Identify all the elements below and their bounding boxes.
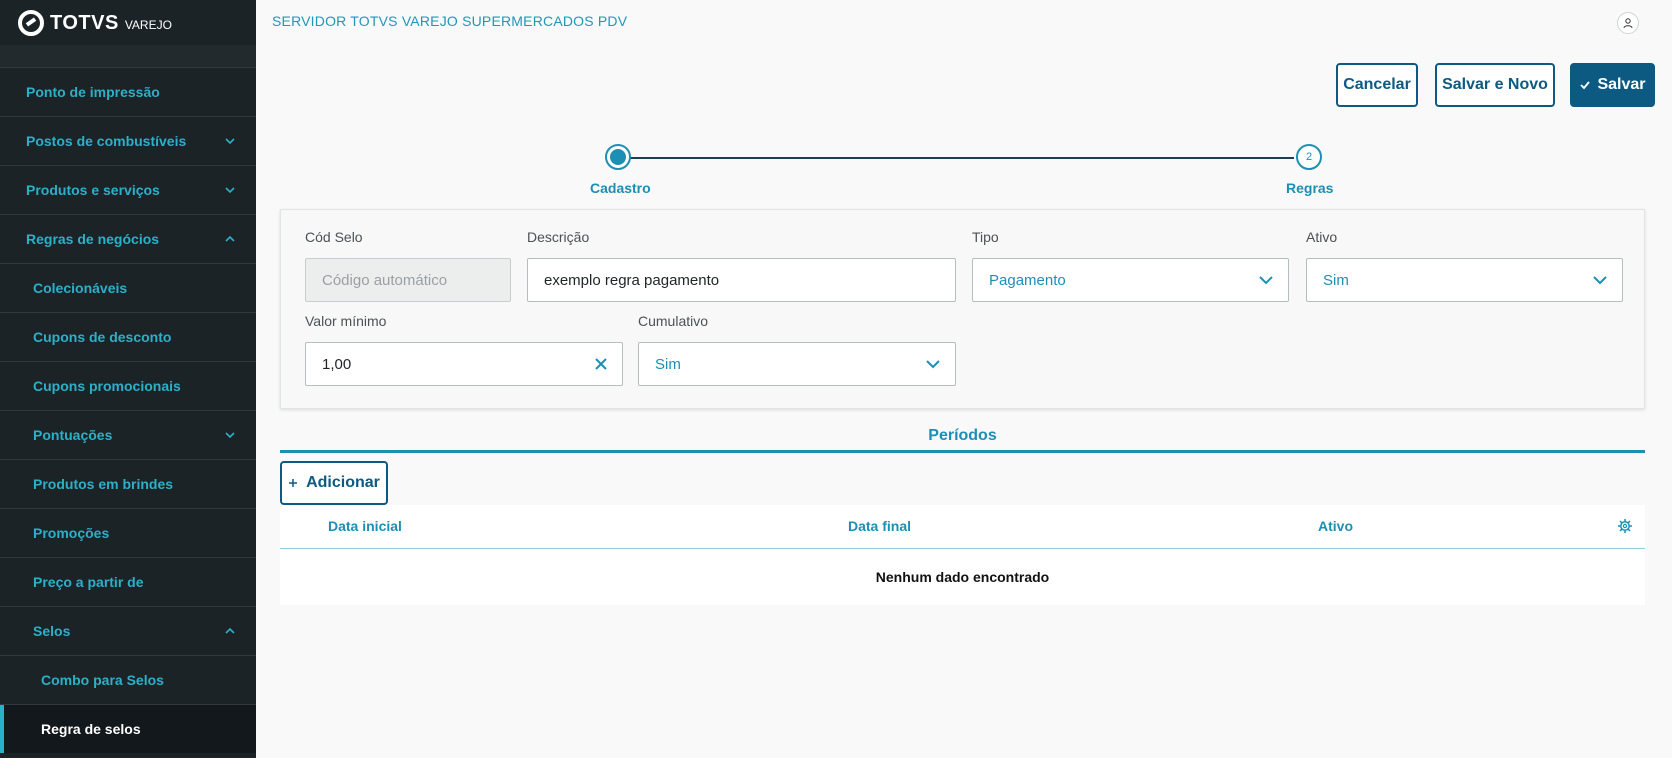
sidebar-separator — [0, 45, 256, 67]
sidebar-item-promocoes[interactable]: Promoções — [0, 508, 256, 557]
valor-minimo-field[interactable]: 1,00 — [305, 342, 623, 386]
sidebar-item-label: Postos de combustíveis — [26, 133, 187, 149]
sidebar-item-label: Pontuações — [33, 427, 113, 443]
sidebar-item-produtos-brindes[interactable]: Produtos em brindes — [0, 459, 256, 508]
save-button-label: Salvar — [1597, 76, 1646, 93]
column-data-inicial[interactable]: Data inicial — [328, 518, 402, 534]
table-header: Data inicial Data final Ativo — [280, 505, 1645, 549]
save-and-new-button[interactable]: Salvar e Novo — [1435, 63, 1555, 107]
step-regras-indicator[interactable]: 2 — [1296, 144, 1322, 170]
totvs-logo[interactable]: TOTVS VAREJO — [18, 9, 172, 37]
sidebar-item-pontuacoes[interactable]: Pontuações — [0, 410, 256, 459]
step-regras-label: Regras — [1286, 180, 1334, 196]
tab-periodos[interactable]: Períodos — [280, 418, 1645, 453]
tipo-label: Tipo — [972, 229, 999, 245]
sidebar: TOTVS VAREJO Ponto de impressão Postos d… — [0, 0, 256, 758]
sidebar-item-label: Produtos em brindes — [33, 476, 174, 492]
sidebar-item-label: Preço a partir de — [33, 574, 144, 590]
sidebar-item-selos[interactable]: Selos — [0, 606, 256, 655]
add-button-label: Adicionar — [306, 474, 380, 491]
sidebar-item-postos-combustiveis[interactable]: Postos de combustíveis — [0, 116, 256, 165]
form-card: Cód Selo Código automático Descrição exe… — [280, 209, 1645, 409]
chevron-down-icon — [225, 138, 235, 145]
chevron-down-icon — [1593, 276, 1607, 285]
sidebar-item-cupons-desconto[interactable]: Cupons de desconto — [0, 312, 256, 361]
step-active-dot — [610, 149, 626, 165]
chevron-up-icon — [225, 627, 235, 634]
clear-icon[interactable] — [592, 355, 610, 373]
check-icon — [1580, 81, 1591, 90]
tipo-select-value: Pagamento — [989, 271, 1066, 289]
sidebar-item-colecionaveis[interactable]: Colecionáveis — [0, 263, 256, 312]
sidebar-item-label: Colecionáveis — [33, 280, 128, 296]
cumulativo-label: Cumulativo — [638, 313, 709, 329]
empty-state-message: Nenhum dado encontrado — [875, 569, 1050, 585]
tipo-select[interactable]: Pagamento — [972, 258, 1289, 302]
sidebar-item-cupons-promocionais[interactable]: Cupons promocionais — [0, 361, 256, 410]
logo-subtext: VAREJO — [124, 18, 172, 32]
sidebar-item-label: Ponto de impressão — [26, 84, 160, 100]
cumulativo-select[interactable]: Sim — [638, 342, 956, 386]
sidebar-item-label: Regra de selos — [41, 721, 141, 737]
descricao-label: Descrição — [527, 229, 590, 245]
chevron-up-icon — [225, 235, 235, 242]
user-icon — [1623, 18, 1633, 29]
chevron-down-icon — [225, 187, 235, 194]
ativo-select[interactable]: Sim — [1306, 258, 1623, 302]
chevron-down-icon — [926, 360, 940, 369]
sidebar-item-ponto-impressao[interactable]: Ponto de impressão — [0, 67, 256, 116]
plus-icon — [289, 479, 298, 487]
chevron-down-icon — [225, 432, 235, 439]
column-ativo[interactable]: Ativo — [1318, 518, 1353, 534]
sidebar-item-regras-negocios[interactable]: Regras de negócios — [0, 214, 256, 263]
tab-underline — [280, 450, 1645, 453]
stepper-line — [627, 157, 1294, 159]
sidebar-item-produtos-servicos[interactable]: Produtos e serviços — [0, 165, 256, 214]
descricao-field[interactable]: exemplo regra pagamento — [527, 258, 956, 302]
valor-minimo-value: 1,00 — [322, 355, 352, 373]
page-title: SERVIDOR TOTVS VAREJO SUPERMERCADOS PDV — [272, 13, 628, 29]
ativo-select-value: Sim — [1323, 271, 1349, 289]
sidebar-item-label: Regras de negócios — [26, 231, 160, 247]
sidebar-item-preco-partir[interactable]: Preço a partir de — [0, 557, 256, 606]
cumulativo-select-value: Sim — [655, 355, 681, 373]
gear-icon[interactable] — [1617, 518, 1633, 534]
add-period-button[interactable]: Adicionar — [280, 461, 388, 505]
sidebar-item-combo-selos[interactable]: Combo para Selos — [0, 655, 256, 704]
cancel-button[interactable]: Cancelar — [1336, 63, 1418, 107]
logo-text: TOTVS — [50, 11, 119, 34]
step-cadastro-indicator[interactable] — [605, 144, 631, 170]
sidebar-item-regra-selos[interactable]: Regra de selos — [0, 704, 256, 753]
sidebar-item-label: Combo para Selos — [41, 672, 164, 688]
sidebar-item-label: Cupons promocionais — [33, 378, 181, 394]
periods-table: Data inicial Data final Ativo Nenhum dad… — [280, 505, 1645, 605]
totvs-logo-icon — [18, 10, 44, 36]
ativo-label: Ativo — [1306, 229, 1338, 245]
valor-minimo-label: Valor mínimo — [305, 313, 387, 329]
save-button[interactable]: Salvar — [1570, 63, 1655, 107]
sidebar-item-label: Produtos e serviços — [26, 182, 160, 198]
cod-selo-label: Cód Selo — [305, 229, 363, 245]
step-cadastro-label: Cadastro — [590, 180, 651, 196]
sidebar-item-label: Promoções — [33, 525, 110, 541]
column-data-final[interactable]: Data final — [848, 518, 911, 534]
sidebar-item-label: Cupons de desconto — [33, 329, 172, 345]
chevron-down-icon — [1259, 276, 1273, 285]
cod-selo-field: Código automático — [305, 258, 511, 302]
sidebar-item-label: Selos — [33, 623, 71, 639]
user-avatar-button[interactable] — [1617, 12, 1639, 34]
